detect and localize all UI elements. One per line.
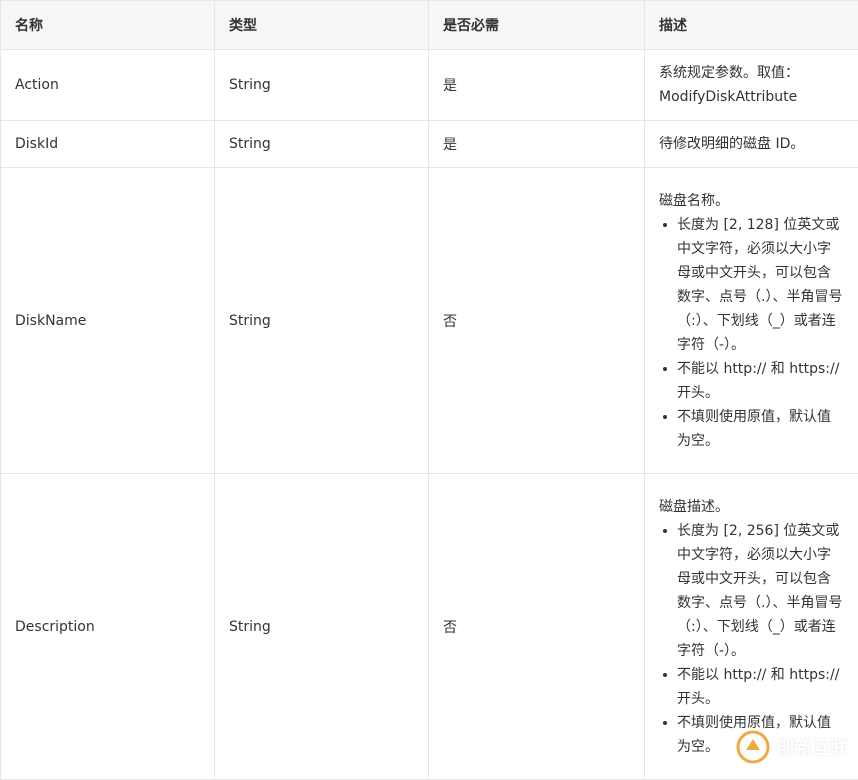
cell-required: 是 xyxy=(429,121,645,168)
description-list: 长度为 [2, 256] 位英文或中文字符，必须以大小字母或中文开头，可以包含数… xyxy=(659,519,844,759)
list-item: 不能以 http:// 和 https:// 开头。 xyxy=(677,357,844,405)
description-text: 待修改明细的磁盘 ID。 xyxy=(659,132,844,156)
header-row: 名称 类型 是否必需 描述 xyxy=(1,1,858,50)
table-header: 名称 类型 是否必需 描述 xyxy=(1,1,858,50)
cell-required: 否 xyxy=(429,474,645,780)
cell-description: 磁盘描述。 长度为 [2, 256] 位英文或中文字符，必须以大小字母或中文开头… xyxy=(645,474,858,780)
description-text: 系统规定参数。取值：ModifyDiskAttribute xyxy=(659,61,844,109)
cell-type: String xyxy=(215,50,429,121)
description-text: 磁盘描述。 xyxy=(659,495,844,519)
list-item: 长度为 [2, 128] 位英文或中文字符，必须以大小字母或中文开头，可以包含数… xyxy=(677,213,844,357)
cell-type: String xyxy=(215,168,429,474)
cell-name: DiskId xyxy=(1,121,215,168)
header-type: 类型 xyxy=(215,1,429,50)
list-item: 不能以 http:// 和 https:// 开头。 xyxy=(677,663,844,711)
cell-type: String xyxy=(215,474,429,780)
cell-required: 是 xyxy=(429,50,645,121)
cell-name: Description xyxy=(1,474,215,780)
list-item: 不填则使用原值，默认值为空。 xyxy=(677,711,844,759)
description-list: 长度为 [2, 128] 位英文或中文字符，必须以大小字母或中文开头，可以包含数… xyxy=(659,213,844,453)
list-item: 长度为 [2, 256] 位英文或中文字符，必须以大小字母或中文开头，可以包含数… xyxy=(677,519,844,663)
table-row: DiskId String 是 待修改明细的磁盘 ID。 xyxy=(1,121,858,168)
cell-name: DiskName xyxy=(1,168,215,474)
table-row: Action String 是 系统规定参数。取值：ModifyDiskAttr… xyxy=(1,50,858,121)
list-item: 不填则使用原值，默认值为空。 xyxy=(677,405,844,453)
cell-description: 系统规定参数。取值：ModifyDiskAttribute xyxy=(645,50,858,121)
table-row: DiskName String 否 磁盘名称。 长度为 [2, 128] 位英文… xyxy=(1,168,858,474)
page: 名称 类型 是否必需 描述 Action String 是 系统规定参数。取值：… xyxy=(0,0,858,778)
cell-name: Action xyxy=(1,50,215,121)
cell-type: String xyxy=(215,121,429,168)
header-description: 描述 xyxy=(645,1,858,50)
table-row: Description String 否 磁盘描述。 长度为 [2, 256] … xyxy=(1,474,858,780)
cell-description: 磁盘名称。 长度为 [2, 128] 位英文或中文字符，必须以大小字母或中文开头… xyxy=(645,168,858,474)
cell-required: 否 xyxy=(429,168,645,474)
header-name: 名称 xyxy=(1,1,215,50)
description-text: 磁盘名称。 xyxy=(659,189,844,213)
header-required: 是否必需 xyxy=(429,1,645,50)
table-body: Action String 是 系统规定参数。取值：ModifyDiskAttr… xyxy=(1,50,858,780)
parameter-table: 名称 类型 是否必需 描述 Action String 是 系统规定参数。取值：… xyxy=(0,0,858,780)
cell-description: 待修改明细的磁盘 ID。 xyxy=(645,121,858,168)
